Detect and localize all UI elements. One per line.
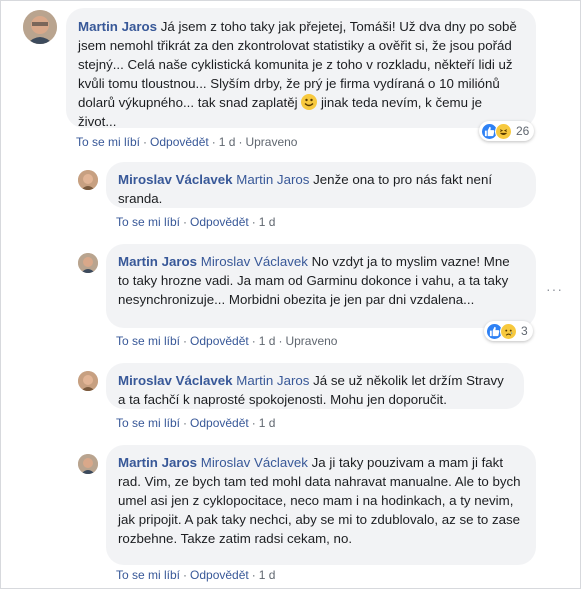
avatar[interactable] (78, 454, 98, 474)
mention-link[interactable]: Miroslav Václavek (201, 254, 308, 269)
timestamp[interactable]: 1 d (259, 334, 276, 348)
timestamp[interactable]: 1 d (259, 416, 276, 430)
reaction-count: 26 (516, 124, 530, 138)
mention-link[interactable]: Miroslav Václavek (201, 455, 308, 470)
comment-bubble: Miroslav Václavek Martin Jaros Jenže ona… (106, 162, 536, 208)
comment-actions: To se mi líbí · Odpovědět · 1 d (116, 416, 276, 430)
like-link[interactable]: To se mi líbí (76, 135, 140, 149)
edited-label[interactable]: Upraveno (285, 334, 337, 348)
mention-link[interactable]: Martin Jaros (236, 172, 309, 187)
like-link[interactable]: To se mi líbí (116, 568, 180, 582)
comment-actions: To se mi líbí · Odpovědět · 1 d · Upraveno (76, 135, 298, 149)
like-link[interactable]: To se mi líbí (116, 416, 180, 430)
avatar-photo-icon (78, 253, 98, 273)
comment-bubble: Miroslav Václavek Martin Jaros Já se už … (106, 363, 524, 409)
timestamp[interactable]: 1 d (259, 568, 276, 582)
avatar-photo-icon (78, 371, 98, 391)
reply-link[interactable]: Odpovědět (190, 334, 249, 348)
reply-link[interactable]: Odpovědět (190, 215, 249, 229)
smiley-emoji-icon (301, 94, 318, 110)
avatar[interactable] (78, 371, 98, 391)
comment-author[interactable]: Martin Jaros (118, 254, 197, 269)
avatar-photo-icon (78, 454, 98, 474)
timestamp[interactable]: 1 d (259, 215, 276, 229)
like-link[interactable]: To se mi líbí (116, 334, 180, 348)
avatar[interactable] (23, 10, 57, 44)
comment-actions: To se mi líbí · Odpovědět · 1 d · Upraveno (116, 334, 338, 348)
avatar-photo-icon (78, 170, 98, 190)
reaction-summary[interactable]: 3 (484, 321, 533, 341)
comment-bubble: Martin Jaros Miroslav Václavek No vzdyt … (106, 244, 536, 328)
comment-author[interactable]: Miroslav Václavek (118, 373, 233, 388)
reply-link[interactable]: Odpovědět (190, 416, 249, 430)
reply-link[interactable]: Odpovědět (190, 568, 249, 582)
reply-link[interactable]: Odpovědět (150, 135, 209, 149)
sad-icon (500, 322, 517, 340)
avatar[interactable] (78, 170, 98, 190)
comment-author[interactable]: Miroslav Václavek (118, 172, 233, 187)
comment-actions: To se mi líbí · Odpovědět · 1 d (116, 568, 276, 582)
avatar[interactable] (78, 253, 98, 273)
haha-icon (495, 122, 512, 140)
comment-bubble: Martin Jaros Já jsem z toho taky jak pře… (66, 8, 536, 129)
comment-actions: To se mi líbí · Odpovědět · 1 d (116, 215, 276, 229)
comment-bubble: Martin Jaros Miroslav Václavek Ja ji tak… (106, 445, 536, 565)
comment-thread: Martin Jaros Já jsem z toho taky jak pře… (0, 0, 581, 589)
edited-label[interactable]: Upraveno (245, 135, 297, 149)
like-link[interactable]: To se mi líbí (116, 215, 180, 229)
more-options-icon[interactable]: ··· (546, 281, 563, 297)
comment-author[interactable]: Martin Jaros (78, 19, 157, 34)
reaction-count: 3 (521, 324, 528, 338)
mention-link[interactable]: Martin Jaros (236, 373, 309, 388)
avatar-photo-icon (23, 10, 57, 44)
comment-author[interactable]: Martin Jaros (118, 455, 197, 470)
timestamp[interactable]: 1 d (219, 135, 236, 149)
reaction-summary[interactable]: 26 (479, 121, 535, 141)
